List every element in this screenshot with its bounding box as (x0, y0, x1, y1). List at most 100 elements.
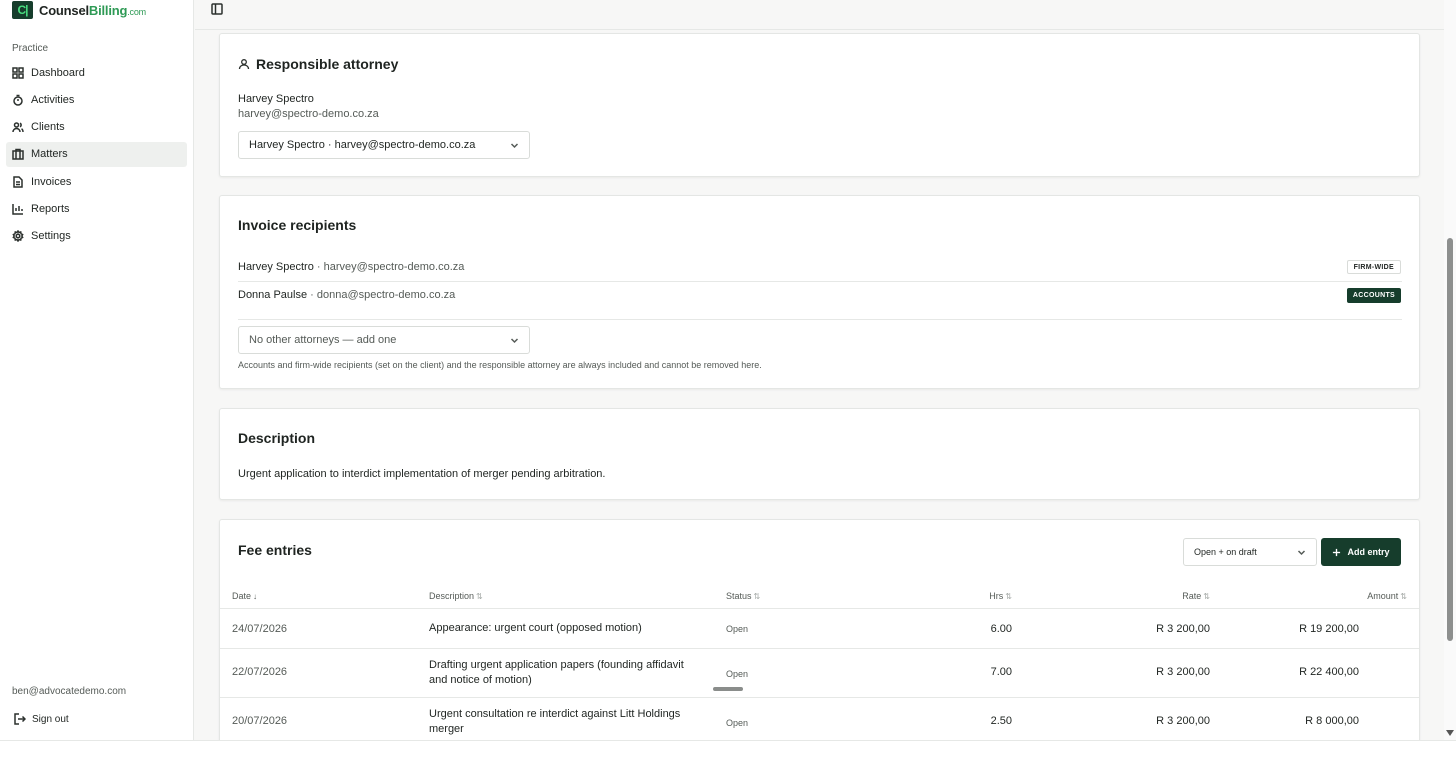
description-text: Urgent application to interdict implemen… (238, 468, 606, 480)
sidebar-item-dashboard[interactable]: Dashboard (6, 60, 187, 85)
card-title: Fee entries (238, 542, 312, 558)
recipient-separator: · (313, 261, 324, 273)
sidebar-item-activities[interactable]: Activities (6, 87, 187, 112)
card-header: Responsible attorney (238, 56, 398, 72)
cell-status: Open (726, 718, 749, 728)
sidebar-item-label: Invoices (31, 175, 72, 188)
cell-rate: R 3 200,00 (1156, 623, 1210, 635)
card-title: Invoice recipients (238, 217, 357, 233)
brand-name-part1: Counsel (39, 2, 89, 18)
table-row[interactable]: 20/07/2026 Urgent consultation re interd… (220, 697, 1419, 746)
accounts-badge: ACCOUNTS (1346, 288, 1401, 303)
column-label: Hrs (989, 591, 1004, 601)
sidebar-item-settings[interactable]: Settings (6, 224, 187, 249)
drag-handle[interactable] (713, 687, 743, 691)
firm-wide-badge: FIRM-WIDE (1346, 260, 1401, 274)
column-header-description[interactable]: Description ⇅ (429, 591, 483, 601)
gear-icon (12, 230, 24, 243)
grid-icon (12, 66, 24, 79)
recipient-email: harvey@spectro-demo.co.za (323, 261, 465, 273)
sidebar-item-label: Matters (31, 148, 68, 161)
sort-icon: ⇅ (476, 592, 483, 601)
sign-out-button[interactable]: Sign out (14, 713, 69, 725)
sidebar-item-matters[interactable]: Matters (6, 141, 187, 167)
card-title: Description (238, 430, 316, 446)
sidebar-item-label: Activities (31, 93, 75, 106)
sidebar-item-reports[interactable]: Reports (6, 196, 187, 221)
recipient-email: donna@spectro-demo.co.za (316, 289, 456, 301)
sign-out-label: Sign out (32, 713, 69, 725)
user-icon (238, 59, 250, 70)
scrollbar-thumb[interactable] (1447, 238, 1453, 641)
brand[interactable]: C| CounselBilling.com (12, 0, 146, 20)
add-entry-label: Add entry (1347, 547, 1390, 557)
cell-description: Urgent consultation re interdict against… (429, 708, 681, 720)
status-filter-select[interactable]: Open + on draft (1183, 538, 1317, 566)
table-row[interactable]: 22/07/2026 Drafting urgent application p… (220, 648, 1419, 697)
sidebar-item-clients[interactable]: Clients (6, 115, 187, 140)
card-title: Responsible attorney (256, 56, 399, 72)
sort-desc-icon: ↓ (253, 592, 258, 601)
user-email: ben@advocatedemo.com (12, 686, 127, 697)
cell-status: Open (726, 669, 749, 679)
brand-name-part2: Billing (88, 2, 128, 18)
scrollbar[interactable] (1444, 0, 1456, 740)
sidebar: C| CounselBilling.com Practice Dashboard… (0, 0, 194, 762)
logout-icon (14, 713, 26, 725)
attorney-email: harvey@spectro-demo.co.za (238, 108, 379, 120)
responsible-attorney-card: Responsible attorney Harvey Spectro harv… (219, 33, 1420, 177)
cell-amount: R 19 200,00 (1299, 623, 1359, 635)
select-value: Harvey Spectro · harvey@spectro-demo.co.… (249, 139, 476, 151)
column-header-amount[interactable]: Amount ⇅ (1367, 591, 1407, 601)
cell-date: 24/07/2026 (232, 623, 288, 635)
column-header-status[interactable]: Status ⇅ (726, 591, 760, 601)
column-label: Status (726, 591, 752, 601)
panel-left-icon (211, 3, 223, 15)
select-placeholder: No other attorneys — add one (249, 334, 397, 346)
brand-name-part3: .com (127, 6, 146, 17)
select-value: Open + on draft (1194, 547, 1257, 557)
cell-amount: R 8 000,00 (1305, 715, 1359, 727)
brand-name: CounselBilling.com (39, 3, 146, 18)
sidebar-item-label: Dashboard (31, 66, 85, 79)
description-card: Description Urgent application to interd… (219, 408, 1420, 500)
file-icon (13, 175, 23, 188)
table-row[interactable]: 24/07/2026 Appearance: urgent court (opp… (220, 608, 1419, 648)
recipient-row: Harvey Spectro · harvey@spectro-demo.co.… (238, 261, 464, 273)
briefcase-icon (12, 149, 24, 161)
sort-icon: ⇅ (1203, 592, 1210, 601)
responsible-attorney-select[interactable]: Harvey Spectro · harvey@spectro-demo.co.… (238, 131, 530, 159)
cell-date: 22/07/2026 (232, 666, 288, 678)
cell-description-line2: merger (429, 723, 464, 735)
sort-icon: ⇅ (753, 592, 761, 601)
recipient-separator: · (307, 289, 317, 301)
cell-hrs: 6.00 (990, 623, 1012, 635)
recipient-name: Donna Paulse (238, 289, 308, 301)
sidebar-item-label: Clients (31, 121, 65, 134)
sidebar-toggle-button[interactable] (211, 3, 225, 17)
column-label: Amount (1367, 591, 1399, 601)
nav-section-label: Practice (12, 43, 49, 54)
column-header-rate[interactable]: Rate ⇅ (1182, 591, 1210, 601)
column-header-hrs[interactable]: Hrs ⇅ (989, 591, 1012, 601)
add-entry-button[interactable]: Add entry (1321, 538, 1401, 566)
bar-chart-icon (12, 203, 23, 215)
sidebar-item-invoices[interactable]: Invoices (6, 169, 187, 194)
add-attorney-select[interactable]: No other attorneys — add one (238, 326, 530, 354)
chevron-down-icon (1297, 548, 1306, 557)
cell-rate: R 3 200,00 (1156, 666, 1210, 678)
scroll-down-arrow-icon[interactable] (1446, 730, 1454, 736)
cell-date: 20/07/2026 (232, 715, 288, 727)
attorney-name: Harvey Spectro (238, 93, 314, 105)
recipient-row: Donna Paulse · donna@spectro-demo.co.za (238, 289, 455, 301)
recipient-name: Harvey Spectro (238, 261, 314, 273)
cell-status: Open (726, 624, 749, 634)
column-header-date[interactable]: Date ↓ (232, 591, 257, 601)
recipients-note: Accounts and firm-wide recipients (set o… (238, 360, 762, 370)
cell-description: Drafting urgent application papers (foun… (429, 659, 684, 671)
column-label: Date (232, 591, 252, 601)
invoice-recipients-card: Invoice recipients Harvey Spectro · harv… (219, 195, 1420, 389)
cell-description: Appearance: urgent court (opposed motion… (429, 622, 642, 634)
users-icon (12, 122, 24, 133)
cell-amount: R 22 400,00 (1299, 666, 1359, 678)
